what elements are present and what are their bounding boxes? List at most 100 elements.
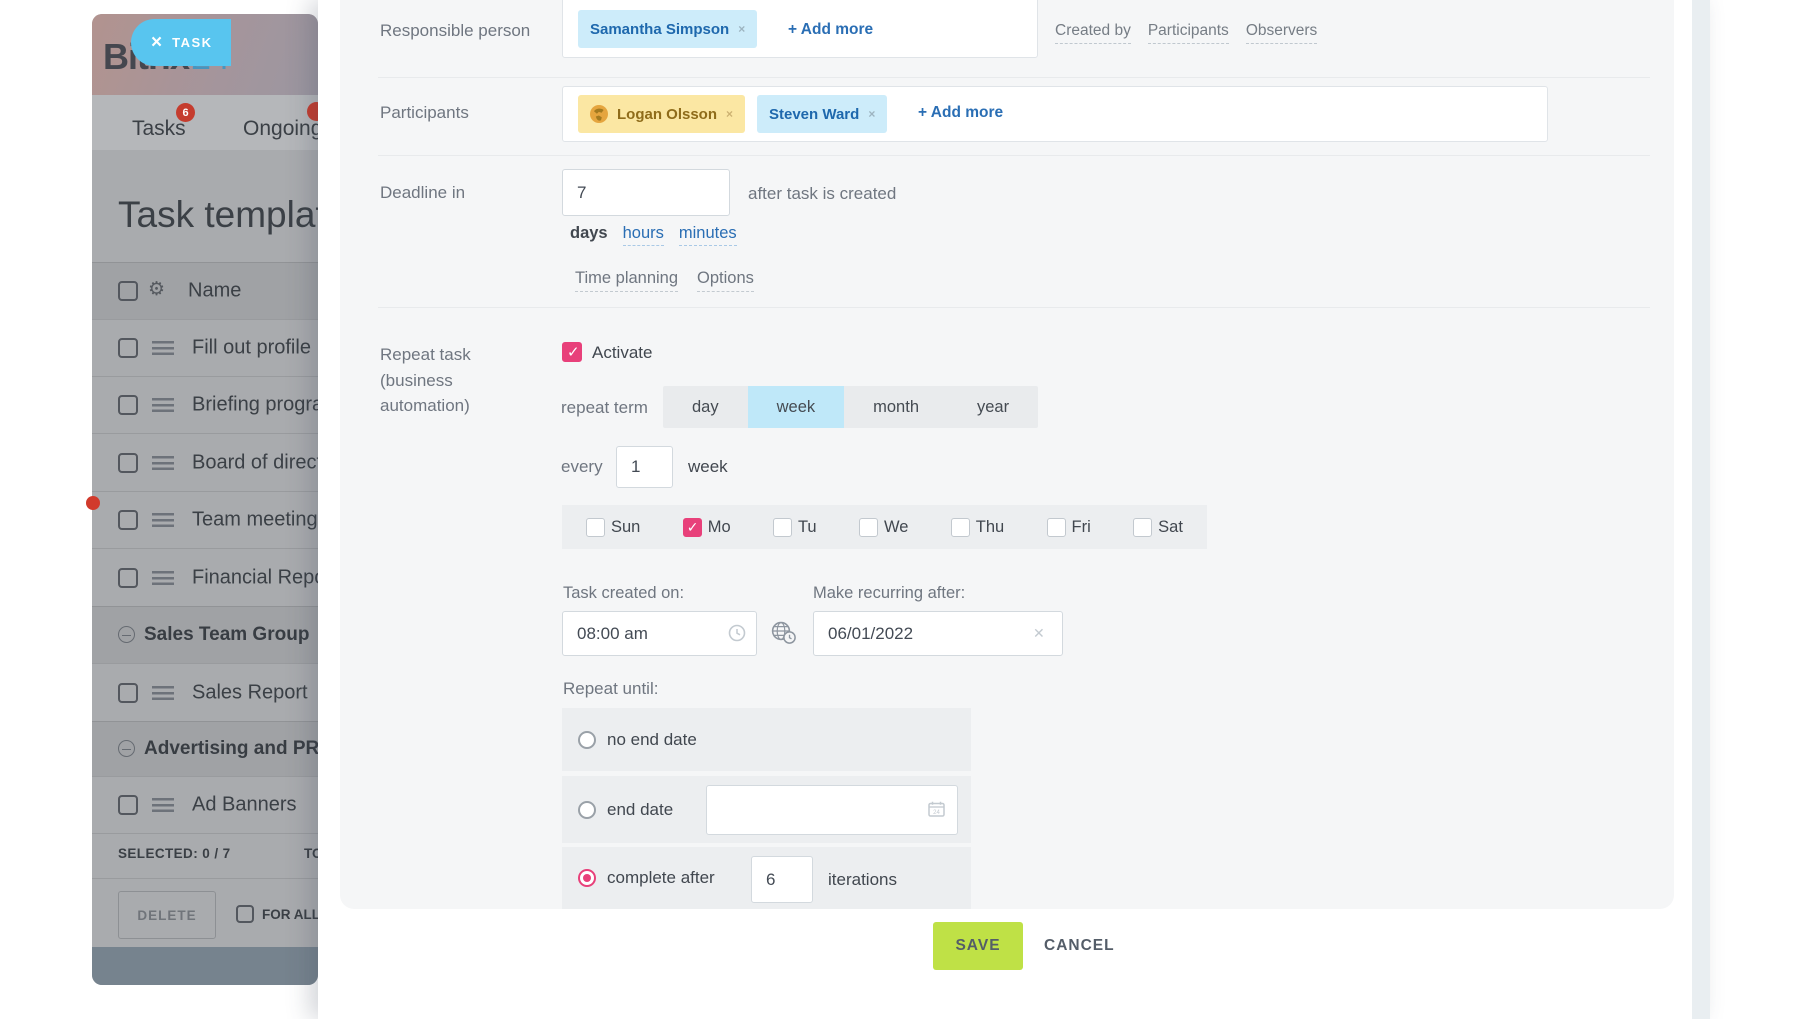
background-app-window: Bitrix24 Tasks 6 Ongoing Task template ⚙… (92, 14, 318, 985)
remove-icon[interactable]: × (868, 107, 875, 121)
participant-chip: Steven Ward × (757, 95, 887, 133)
delete-button[interactable]: DELETE (118, 891, 216, 939)
end-date-input[interactable] (706, 785, 958, 835)
weekday-checkbox[interactable] (586, 518, 605, 537)
term-week[interactable]: week (748, 386, 845, 428)
repeat-term-segments: day week month year (663, 386, 1038, 428)
weekday-checkbox[interactable] (1047, 518, 1066, 537)
close-icon[interactable]: × (151, 33, 162, 52)
weekday-checkbox[interactable] (773, 518, 792, 537)
weekday-label: Sat (1158, 518, 1183, 537)
weekday-fri[interactable]: Fri (1047, 518, 1091, 537)
weekday-checkbox[interactable] (1133, 518, 1152, 537)
add-participant-link[interactable]: + Add more (918, 104, 1003, 122)
collapse-icon[interactable] (118, 740, 135, 757)
collapse-icon[interactable] (118, 626, 135, 643)
created-by-link[interactable]: Created by (1055, 22, 1131, 44)
clear-icon[interactable]: ✕ (1033, 625, 1045, 642)
table-row[interactable]: Ad Banners (92, 776, 318, 833)
deadline-suffix: after task is created (748, 184, 896, 204)
participants-link[interactable]: Participants (1148, 22, 1229, 44)
term-year[interactable]: year (948, 386, 1038, 428)
weekday-tu[interactable]: Tu (773, 518, 817, 537)
unit-days[interactable]: days (570, 224, 608, 245)
participants-label: Participants (380, 103, 469, 123)
scrollbar-track[interactable] (1692, 0, 1710, 1019)
group-row[interactable]: Sales Team Group (92, 606, 318, 663)
weekday-thu[interactable]: Thu (951, 518, 1004, 537)
row-label: Fill out profile (192, 337, 311, 360)
iterations-input[interactable] (751, 856, 813, 903)
total-label-clipped: TO (304, 846, 318, 861)
observers-link[interactable]: Observers (1246, 22, 1318, 44)
unit-hours[interactable]: hours (623, 224, 664, 246)
drag-handle-icon[interactable] (152, 686, 174, 700)
row-checkbox[interactable] (118, 683, 138, 703)
deadline-input[interactable] (562, 169, 730, 216)
term-day[interactable]: day (663, 386, 748, 428)
selected-value: 0 / 7 (202, 846, 230, 861)
row-checkbox[interactable] (118, 568, 138, 588)
add-responsible-link[interactable]: + Add more (788, 21, 873, 39)
make-recurring-after-label: Make recurring after: (813, 584, 965, 603)
weekday-checkbox[interactable] (951, 518, 970, 537)
chip-name: Steven Ward (769, 106, 859, 123)
tab-ongoing[interactable]: Ongoing (243, 117, 318, 141)
table-row[interactable]: Board of director (92, 433, 318, 491)
drag-handle-icon[interactable] (152, 398, 174, 412)
table-row[interactable]: Financial Report (92, 548, 318, 606)
chip-name: Samantha Simpson (590, 21, 729, 38)
tab-time-planning[interactable]: Time planning (575, 269, 678, 292)
template-form: Responsible person Samantha Simpson × + … (340, 0, 1674, 909)
table-row[interactable]: Sales Report (92, 663, 318, 721)
row-checkbox[interactable] (118, 453, 138, 473)
slider-close-tab[interactable]: × TASK (131, 19, 231, 66)
row-checkbox[interactable] (118, 395, 138, 415)
radio[interactable] (578, 869, 596, 887)
remove-icon[interactable]: × (726, 107, 733, 121)
weekday-mo[interactable]: Mo (683, 518, 731, 537)
for-all-checkbox[interactable] (236, 905, 254, 923)
weekday-label: Mo (708, 518, 731, 537)
weekday-checkbox[interactable] (859, 518, 878, 537)
row-checkbox[interactable] (118, 795, 138, 815)
table-row[interactable]: Fill out profile (92, 319, 318, 376)
weekday-sun[interactable]: Sun (586, 518, 640, 537)
unit-minutes[interactable]: minutes (679, 224, 737, 246)
row-checkbox[interactable] (118, 338, 138, 358)
row-checkbox[interactable] (118, 510, 138, 530)
page-title: Task template (118, 194, 318, 236)
group-row[interactable]: Advertising and PR (92, 721, 318, 776)
row-label: Sales Report (192, 681, 308, 704)
save-button[interactable]: SAVE (933, 922, 1023, 970)
drag-handle-icon[interactable] (152, 798, 174, 812)
table-row[interactable]: Team meeting ag (92, 491, 318, 548)
every-input[interactable] (616, 446, 673, 488)
every-unit: week (688, 457, 728, 477)
remove-icon[interactable]: × (738, 22, 745, 36)
weekday-we[interactable]: We (859, 518, 908, 537)
timezone-globe-clock-icon[interactable] (770, 620, 797, 645)
task-created-on-label: Task created on: (563, 584, 684, 603)
weekday-sat[interactable]: Sat (1133, 518, 1183, 537)
cancel-button[interactable]: CANCEL (1044, 922, 1115, 970)
drag-handle-icon[interactable] (152, 571, 174, 585)
until-option-no-end-date[interactable]: no end date (562, 708, 971, 771)
activate-checkbox[interactable] (562, 342, 582, 362)
tab-options[interactable]: Options (697, 269, 754, 292)
table-row[interactable]: Briefing program (92, 376, 318, 433)
clock-icon[interactable] (728, 624, 746, 642)
term-month[interactable]: month (844, 386, 948, 428)
calendar-icon[interactable]: 24 (928, 801, 945, 817)
gear-icon[interactable]: ⚙ (148, 278, 165, 300)
drag-handle-icon[interactable] (152, 456, 174, 470)
tab-tasks[interactable]: Tasks (132, 117, 186, 141)
repeat-term-label: repeat term (561, 398, 648, 418)
drag-handle-icon[interactable] (152, 341, 174, 355)
select-all-checkbox[interactable] (118, 281, 138, 301)
recurring-after-date-input[interactable] (813, 611, 1063, 656)
drag-handle-icon[interactable] (152, 513, 174, 527)
weekday-checkbox[interactable] (683, 518, 702, 537)
radio[interactable] (578, 731, 596, 749)
radio[interactable] (578, 801, 596, 819)
